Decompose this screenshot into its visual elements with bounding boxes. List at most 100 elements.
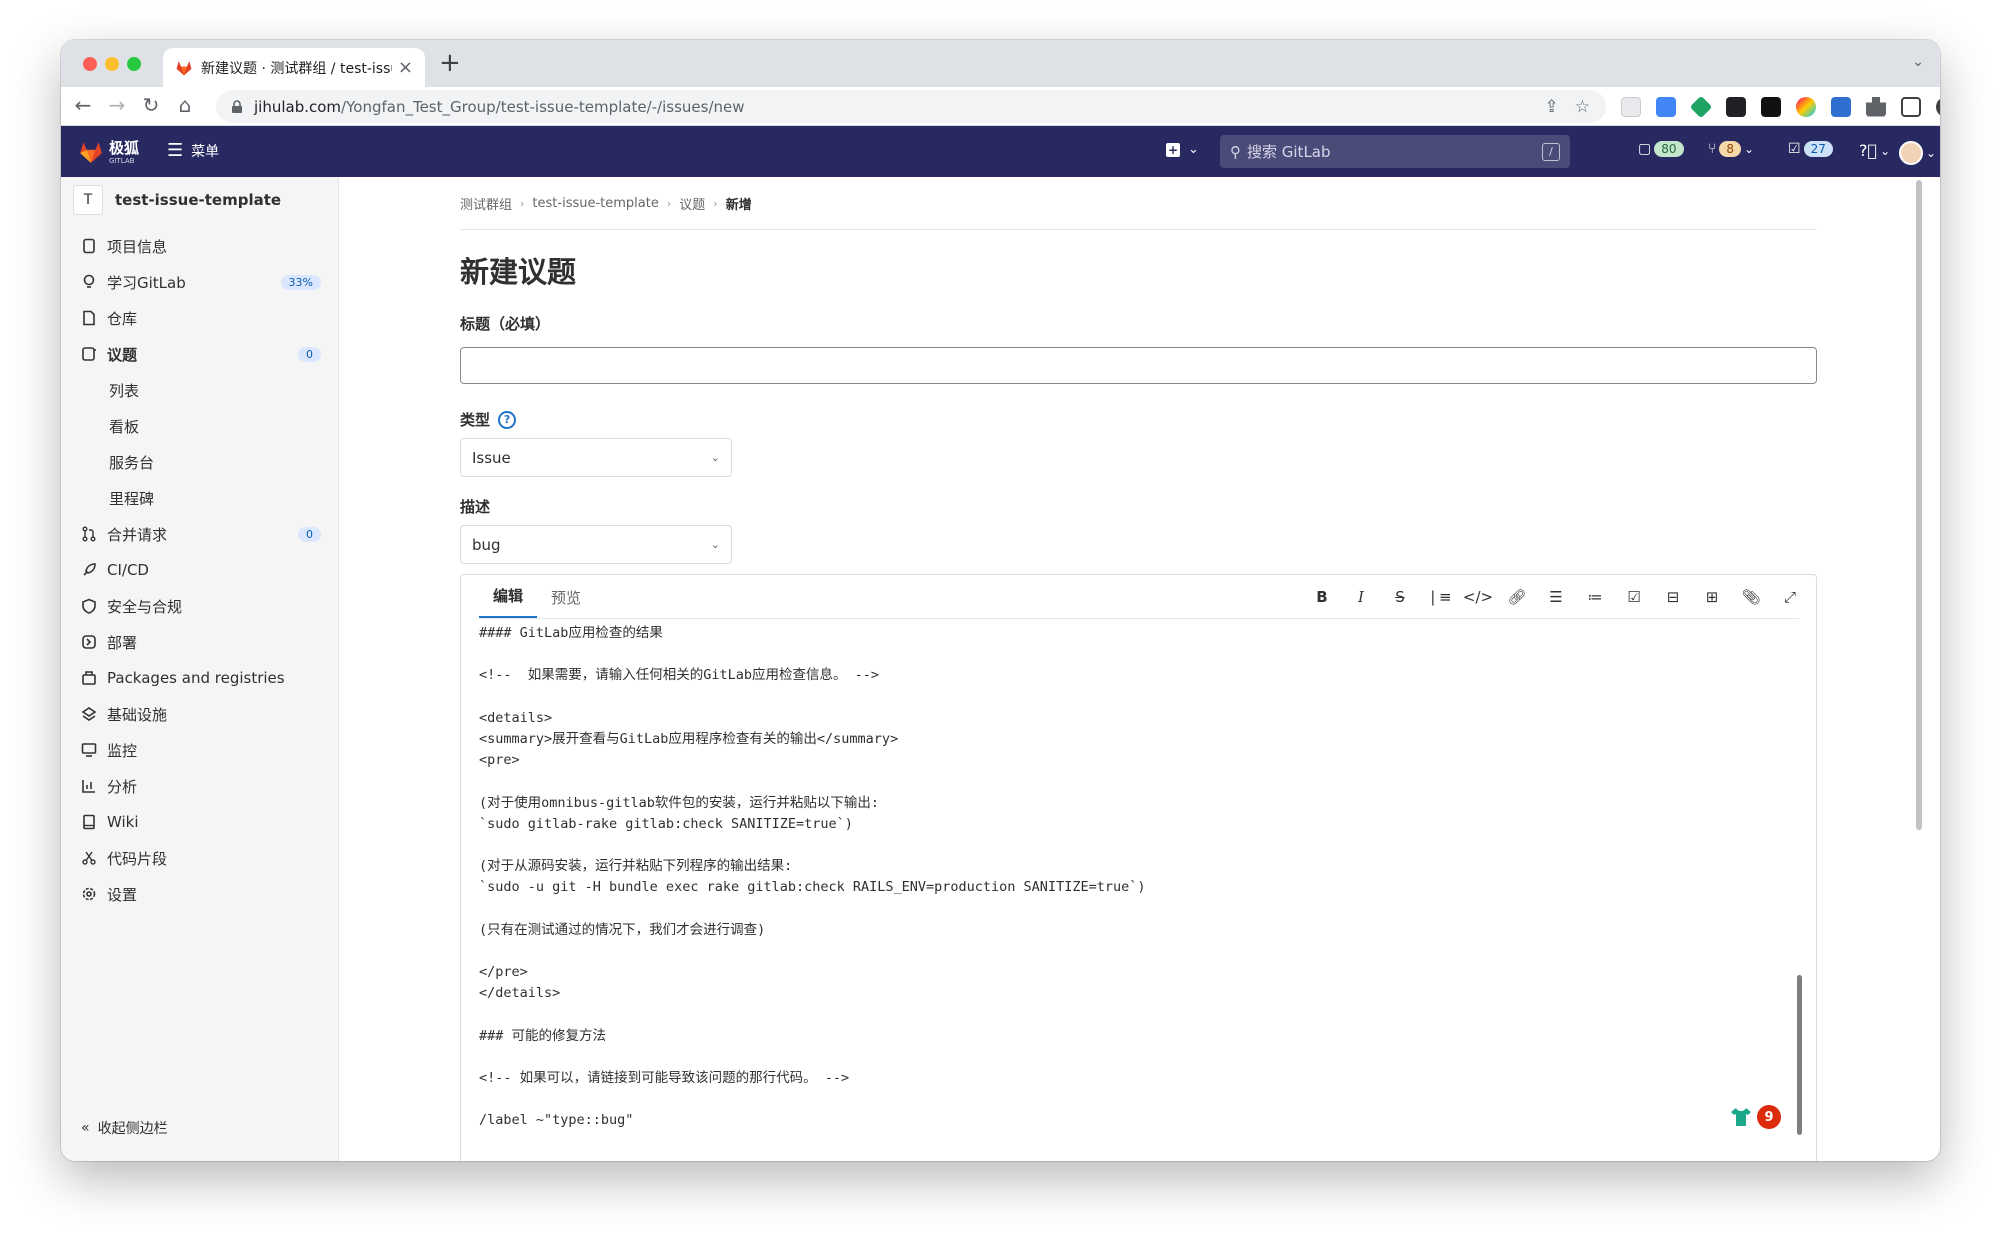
notion-extension-icon[interactable]: [1761, 96, 1781, 117]
breadcrumb-item[interactable]: test-issue-template: [532, 196, 658, 211]
colorful-extension-icon[interactable]: [1796, 96, 1816, 117]
tab-preview[interactable]: 预览: [537, 587, 595, 618]
sidebar-item-label: 仓库: [107, 309, 138, 328]
browser-tab-active[interactable]: 新建议题 · 测试群组 / test-issue-template ×: [163, 48, 425, 87]
sidebar-item-project-info[interactable]: 项目信息: [81, 229, 321, 263]
home-icon[interactable]: ⌂: [171, 91, 199, 119]
tab-search-chevron-icon[interactable]: ⌄: [1912, 54, 1924, 70]
breadcrumb-item[interactable]: 议题: [679, 194, 705, 213]
link-icon[interactable]: 🔗︎: [1507, 587, 1527, 607]
forward-icon[interactable]: →: [103, 91, 131, 119]
issue-type-select[interactable]: Issue ⌄: [460, 438, 732, 477]
table-icon[interactable]: ⊞: [1702, 587, 1722, 607]
sidebar-item-infrastructure[interactable]: 基础设施: [81, 697, 321, 731]
chevron-down-icon: ⌄: [710, 451, 720, 464]
profile-avatar-icon[interactable]: [1936, 96, 1940, 117]
green-extension-icon[interactable]: [1689, 95, 1713, 118]
page-scrollbar[interactable]: [1916, 180, 1922, 830]
code-icon[interactable]: </>: [1463, 587, 1493, 607]
sidebar-item-label: 服务台: [109, 453, 155, 472]
collapse-sidebar-label: 收起侧边栏: [97, 1121, 168, 1137]
bullet-list-icon[interactable]: ☰: [1546, 587, 1566, 607]
zoom-window-button[interactable]: [127, 57, 141, 71]
sidebar-item-merge-requests[interactable]: 合并请求 0: [81, 517, 321, 551]
sidebar-item-repository[interactable]: 仓库: [81, 301, 321, 335]
sidebar-item-milestones[interactable]: 里程碑: [109, 481, 349, 515]
doc-icon: [83, 310, 95, 326]
help-circle-icon[interactable]: ?: [498, 410, 517, 429]
sidebar-item-learn-gitlab[interactable]: 学习GitLab 33%: [81, 265, 321, 299]
attach-file-icon[interactable]: 📎︎: [1741, 587, 1761, 607]
search-input[interactable]: ⚲ 搜索 GitLab /: [1220, 135, 1570, 168]
merge-request-icon: ⑂: [1708, 141, 1717, 157]
help-dropdown[interactable]: ?⃝ ⌄: [1859, 141, 1890, 160]
task-list-icon[interactable]: ☑: [1624, 587, 1644, 607]
sidebar-item-issues-list[interactable]: 列表: [109, 373, 349, 407]
share-icon[interactable]: ⇪: [1545, 97, 1559, 117]
sidebar-item-settings[interactable]: 设置: [81, 877, 321, 911]
browser-window: 新建议题 · 测试群组 / test-issue-template × + ⌄ …: [61, 40, 1940, 1161]
new-item-dropdown[interactable]: + ⌄: [1166, 142, 1199, 157]
extensions-puzzle-icon[interactable]: [1866, 96, 1886, 117]
sidebar-item-boards[interactable]: 看板: [109, 409, 349, 443]
sidebar-item-issues[interactable]: 议题 0: [81, 337, 321, 371]
gitlab-logo[interactable]: 极狐 GITLAB: [77, 138, 139, 165]
chevron-right-icon: ›: [520, 197, 525, 210]
tab-title: 新建议题 · 测试群组 / test-issue-template: [201, 60, 392, 77]
sidebar-item-analytics[interactable]: 分析: [81, 769, 321, 803]
side-panel-icon[interactable]: [1901, 96, 1921, 117]
quote-icon[interactable]: ❘≡: [1426, 587, 1451, 607]
todos-counter[interactable]: ☑ 27: [1788, 141, 1833, 157]
bold-icon[interactable]: B: [1312, 587, 1332, 607]
description-textarea[interactable]: #### GitLab应用检查的结果 <!-- 如果需要，请输入任何相关的GitL…: [479, 623, 1779, 1161]
sidebar-item-ci-cd[interactable]: CI/CD: [81, 553, 321, 587]
project-header[interactable]: T test-issue-template: [73, 185, 281, 215]
new-tab-button[interactable]: +: [439, 48, 461, 78]
bookmark-star-icon[interactable]: ☆: [1575, 97, 1590, 117]
collapse-sidebar-button[interactable]: « 收起侧边栏: [81, 1118, 168, 1138]
sidebar-item-packages[interactable]: Packages and registries: [81, 661, 321, 695]
tab-close-icon[interactable]: ×: [398, 57, 413, 78]
breadcrumb-item[interactable]: 测试群组: [460, 194, 512, 213]
notification-badge[interactable]: 9: [1757, 1105, 1781, 1129]
collapsible-section-icon[interactable]: ⊟: [1663, 587, 1683, 607]
description-label-text: 描述: [460, 498, 491, 516]
address-bar[interactable]: jihulab.com /Yongfan_Test_Group/test-iss…: [216, 90, 1606, 123]
italic-icon[interactable]: I: [1351, 587, 1371, 607]
issue-title-input[interactable]: [460, 347, 1817, 384]
minimize-window-button[interactable]: [105, 57, 119, 71]
merge-requests-counter[interactable]: ⑂ 8 ⌄: [1708, 141, 1754, 157]
sidebar-item-security[interactable]: 安全与合规: [81, 589, 321, 623]
strikethrough-icon[interactable]: S: [1390, 587, 1410, 607]
sidebar-item-service-desk[interactable]: 服务台: [109, 445, 349, 479]
issues-counter[interactable]: ▢ 80: [1638, 141, 1684, 157]
extension-blank-icon[interactable]: [1621, 96, 1641, 117]
description-template-select[interactable]: bug ⌄: [460, 525, 732, 564]
user-menu[interactable]: ⌄: [1899, 141, 1936, 165]
sidebar-item-monitor[interactable]: 监控: [81, 733, 321, 767]
tshirt-icon[interactable]: [1729, 1105, 1753, 1129]
editor-line: (对于使用omnibus-gitlab软件包的安装，运行并粘贴以下输出:: [479, 794, 880, 811]
deploy-icon: [82, 635, 96, 649]
fullscreen-icon[interactable]: ⤢: [1780, 587, 1800, 607]
back-icon[interactable]: ←: [69, 91, 97, 119]
close-window-button[interactable]: [83, 57, 97, 71]
reload-icon[interactable]: ↻: [137, 91, 165, 119]
translate-extension-icon[interactable]: [1656, 96, 1676, 117]
sidebar-item-deployments[interactable]: 部署: [81, 625, 321, 659]
project-icon: [83, 238, 95, 254]
editor-scrollbar[interactable]: [1797, 975, 1802, 1135]
sidebar-item-snippets[interactable]: 代码片段: [81, 841, 321, 875]
description-label: 描述: [460, 496, 490, 517]
sidebar-item-label: 议题: [107, 345, 138, 364]
dark-extension-icon[interactable]: [1726, 96, 1746, 117]
font-extension-icon[interactable]: [1831, 96, 1851, 117]
breadcrumb-current[interactable]: 新增: [726, 194, 752, 213]
sidebar-item-wiki[interactable]: Wiki: [81, 805, 321, 839]
numbered-list-icon[interactable]: ≔: [1585, 587, 1605, 607]
tab-write[interactable]: 编辑: [479, 585, 538, 618]
main-menu-button[interactable]: ☰ 菜单: [167, 140, 219, 161]
editor-line: </pre>: [479, 964, 528, 980]
